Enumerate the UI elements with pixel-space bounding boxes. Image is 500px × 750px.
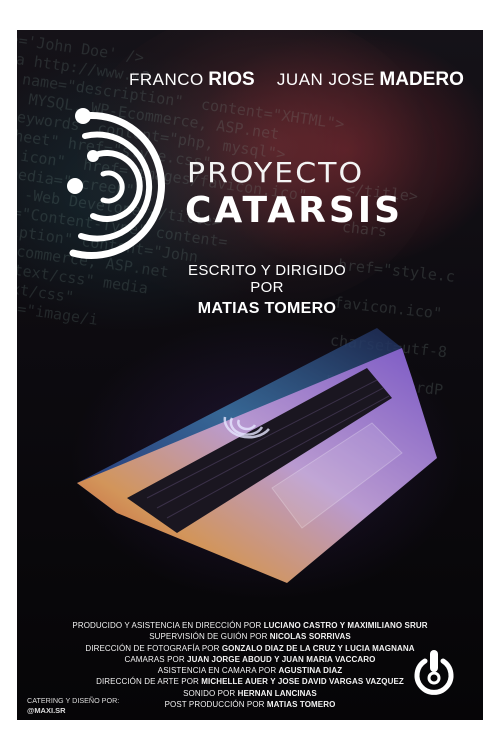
- credit-role: SONIDO POR: [183, 688, 238, 698]
- credit-line: SUPERVISIÓN DE GUIÓN POR NICOLAS SORRIVA…: [17, 631, 483, 642]
- credit-role: PRODUCIDO Y ASISTENCIA EN DIRECCIÓN POR: [72, 621, 264, 630]
- title-line-2: CATARSIS: [185, 190, 404, 231]
- credit-names: HERNAN LANCINAS: [237, 688, 317, 698]
- catering-credit: CATERING Y DISEÑO POR: @MAXI.SR: [27, 696, 119, 716]
- catering-handle: @MAXI.SR: [27, 706, 66, 715]
- credit-role: CAMARAS POR: [124, 654, 188, 664]
- credit-role: POST PRODUCCIÓN POR: [164, 700, 267, 710]
- title-line-1: PROYECTO: [187, 157, 365, 190]
- credit-line: PRODUCIDO Y ASISTENCIA EN DIRECCIÓN POR …: [17, 620, 483, 631]
- laptop-illustration: [77, 328, 437, 583]
- catarsis-logo: [67, 108, 165, 259]
- credit-names: LUCIANO CASTRO Y MAXIMILIANO SRUR: [263, 621, 428, 630]
- credit-role: DIRECCIÓN DE FOTOGRAFÍA POR: [85, 643, 222, 653]
- cast-names: FRANCO RIOS JUAN JOSE MADERO: [129, 69, 464, 91]
- power-logo-icon: [414, 650, 454, 695]
- cast-last-name: MADERO: [379, 69, 464, 90]
- credit-role: SUPERVISIÓN DE GUIÓN POR: [149, 632, 270, 642]
- credit-names: MATIAS TOMERO: [266, 700, 336, 710]
- credit-names: GONZALO DIAZ DE LA CRUZ Y LUCIA MAGNANA: [221, 643, 415, 653]
- catering-label: CATERING Y DISEÑO POR:: [27, 696, 120, 705]
- credit-names: MICHELLE AUER Y JOSE DAVID VARGAS VAZQUE…: [201, 677, 404, 687]
- credit-role: DIRECCIÓN DE ARTE POR: [96, 677, 202, 687]
- credit-names: AGUSTINA DIAZ: [278, 666, 343, 676]
- movie-poster: e='John Doe' /> ta http://www.w3 a name=…: [17, 30, 483, 720]
- cast-first-name: FRANCO: [129, 70, 204, 89]
- credit-role: ASISTENCIA EN CAMARA POR: [157, 666, 279, 676]
- credit-names: JUAN JORGE ABOUD Y JUAN MARIA VACCARO: [187, 654, 376, 664]
- written-label: ESCRITO Y DIRIGIDO POR: [188, 262, 346, 296]
- credit-names: NICOLAS SORRIVAS: [269, 632, 351, 642]
- cast-last-name: RIOS: [208, 69, 255, 90]
- cast-first-name: JUAN JOSE: [276, 70, 375, 89]
